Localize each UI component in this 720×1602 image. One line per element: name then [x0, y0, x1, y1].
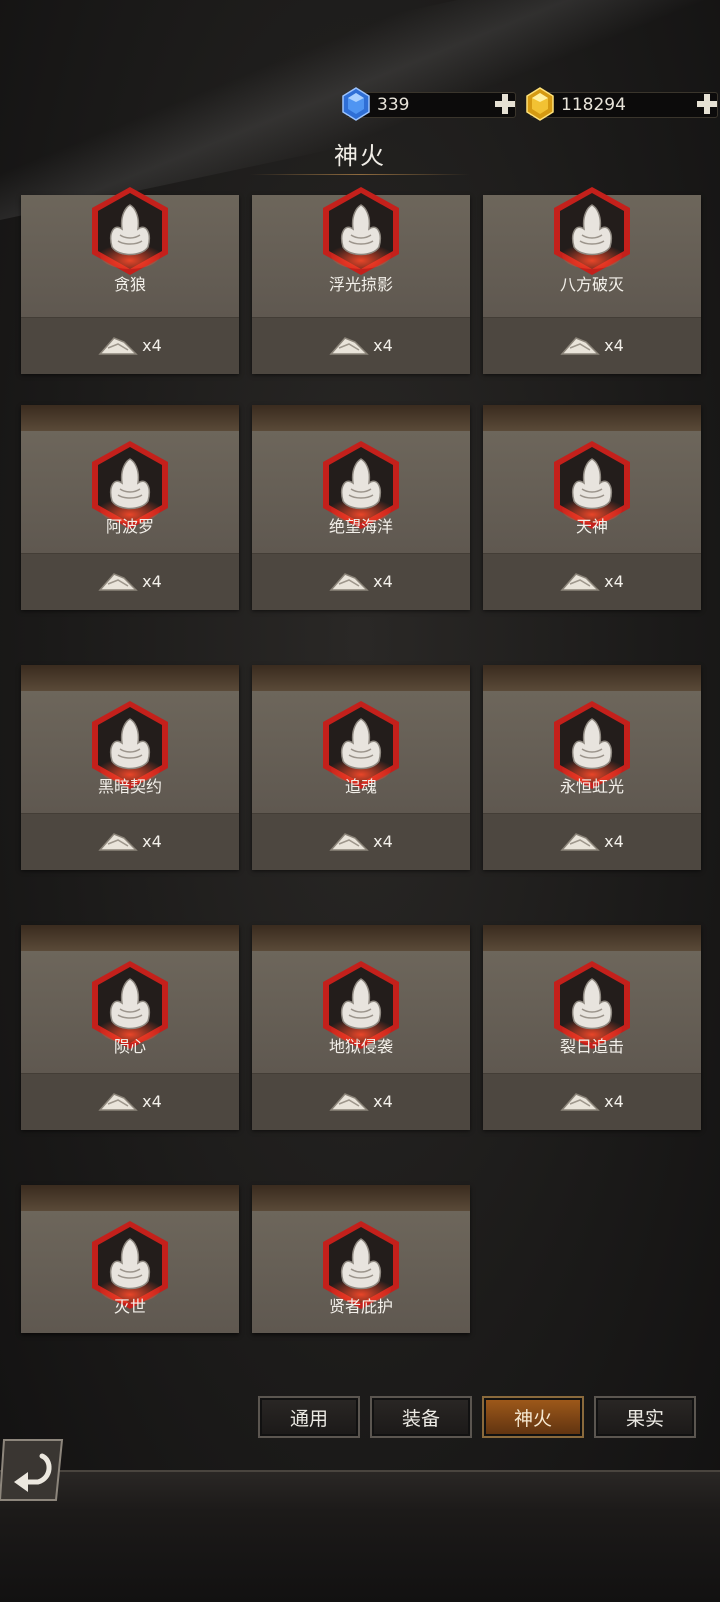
card-header: [252, 1185, 470, 1212]
card-name: 灭世: [113, 1297, 146, 1316]
card-header: [252, 665, 470, 692]
fire-card[interactable]: 黑暗契约 x4: [21, 665, 239, 870]
tab-divine-fire[interactable]: 神火: [482, 1396, 584, 1438]
ore-pile-icon: [98, 1093, 138, 1111]
card-cost-amount: x4: [604, 831, 624, 851]
card-cost: x4: [483, 317, 701, 373]
card-name: 八方破灭: [559, 275, 624, 294]
gold-box: 118294: [526, 87, 719, 121]
card-name: 阿波罗: [105, 517, 154, 536]
card-cost-amount: x4: [142, 1091, 162, 1111]
ore-pile-icon: [329, 573, 369, 591]
fire-card[interactable]: 追魂 x4: [252, 665, 470, 870]
card-cost-amount: x4: [604, 335, 624, 355]
card-cost-amount: x4: [604, 1091, 624, 1111]
fire-claw-icon: [323, 187, 399, 275]
add-diamond-button[interactable]: [493, 92, 517, 116]
card-header: [21, 1185, 239, 1212]
card-name: 贪狼: [113, 275, 146, 294]
fire-card[interactable]: 贪狼 x4: [21, 187, 239, 374]
fire-claw-icon: [554, 187, 630, 275]
card-name: 地狱侵袭: [328, 1037, 393, 1056]
diamond-currency: 339: [342, 87, 517, 121]
card-name: 浮光掠影: [328, 275, 393, 294]
ore-pile-icon: [329, 833, 369, 851]
card-cost-amount: x4: [373, 831, 393, 851]
card-cost: x4: [21, 553, 239, 609]
blue-gem-icon: [342, 87, 370, 121]
fire-card[interactable]: 永恒虹光 x4: [483, 665, 701, 870]
ore-pile-icon: [98, 833, 138, 851]
fire-card[interactable]: 绝望海洋 x4: [252, 405, 470, 610]
gold-coin-icon: [526, 87, 554, 121]
ore-pile-icon: [560, 573, 600, 591]
card-cost-amount: x4: [373, 1091, 393, 1111]
card-cost-amount: x4: [373, 571, 393, 591]
card-header: [483, 405, 701, 432]
fire-card[interactable]: 浮光掠影 x4: [252, 187, 470, 374]
card-cost: x4: [483, 813, 701, 869]
card-cost: x4: [21, 813, 239, 869]
fire-card[interactable]: 裂日追击 x4: [483, 925, 701, 1130]
ore-pile-icon: [560, 833, 600, 851]
page-title: 神火: [334, 142, 386, 170]
card-name: 黑暗契约: [97, 777, 162, 796]
card-cost-amount: x4: [142, 571, 162, 591]
fire-card[interactable]: 灭世: [21, 1185, 239, 1333]
fire-claw-icon: [92, 187, 168, 275]
fire-card[interactable]: 贤者庇护: [252, 1185, 470, 1333]
card-name: 追魂: [344, 777, 377, 796]
card-header: [483, 665, 701, 692]
bottom-ground: [0, 1470, 720, 1602]
card-name: 天神: [575, 517, 608, 536]
ore-pile-icon: [98, 573, 138, 591]
tab-equipment[interactable]: 装备: [370, 1396, 472, 1438]
fire-card[interactable]: 地狱侵袭 x4: [252, 925, 470, 1130]
card-name: 裂日追击: [559, 1037, 624, 1056]
tab-fruit[interactable]: 果实: [594, 1396, 696, 1438]
card-cost-amount: x4: [142, 831, 162, 851]
card-cost: x4: [252, 317, 470, 373]
gold-currency: 118294: [526, 87, 719, 121]
ore-pile-icon: [329, 1093, 369, 1111]
card-cost: x4: [483, 553, 701, 609]
card-cost: x4: [252, 813, 470, 869]
card-cost: x4: [21, 317, 239, 373]
diamond-amount: 339: [377, 95, 410, 115]
card-cost-amount: x4: [604, 571, 624, 591]
ore-pile-icon: [98, 337, 138, 355]
fire-card[interactable]: 天神 x4: [483, 405, 701, 610]
card-cost: x4: [21, 1073, 239, 1129]
card-header: [21, 925, 239, 952]
card-header: [483, 925, 701, 952]
card-cost-amount: x4: [142, 335, 162, 355]
fire-card[interactable]: 八方破灭 x4: [483, 187, 701, 374]
gold-amount: 118294: [561, 95, 626, 115]
card-cost: x4: [252, 1073, 470, 1129]
ore-pile-icon: [560, 337, 600, 355]
diamond-box: 339: [342, 87, 517, 121]
card-header: [252, 925, 470, 952]
fire-card[interactable]: 阿波罗 x4: [21, 405, 239, 610]
add-gold-button[interactable]: [695, 92, 719, 116]
fire-card[interactable]: 陨心 x4: [21, 925, 239, 1130]
card-header: [21, 405, 239, 432]
tab-general[interactable]: 通用: [258, 1396, 360, 1438]
card-name: 陨心: [113, 1037, 146, 1056]
card-name: 永恒虹光: [559, 777, 624, 796]
back-arrow-icon[interactable]: [0, 1438, 64, 1502]
ore-pile-icon: [329, 337, 369, 355]
card-cost: x4: [483, 1073, 701, 1129]
card-cost-amount: x4: [373, 335, 393, 355]
card-name: 绝望海洋: [328, 517, 393, 536]
ore-pile-icon: [560, 1093, 600, 1111]
card-cost: x4: [252, 553, 470, 609]
card-header: [252, 405, 470, 432]
card-name: 贤者庇护: [328, 1297, 393, 1316]
card-header: [21, 665, 239, 692]
title-divider: [250, 174, 470, 175]
